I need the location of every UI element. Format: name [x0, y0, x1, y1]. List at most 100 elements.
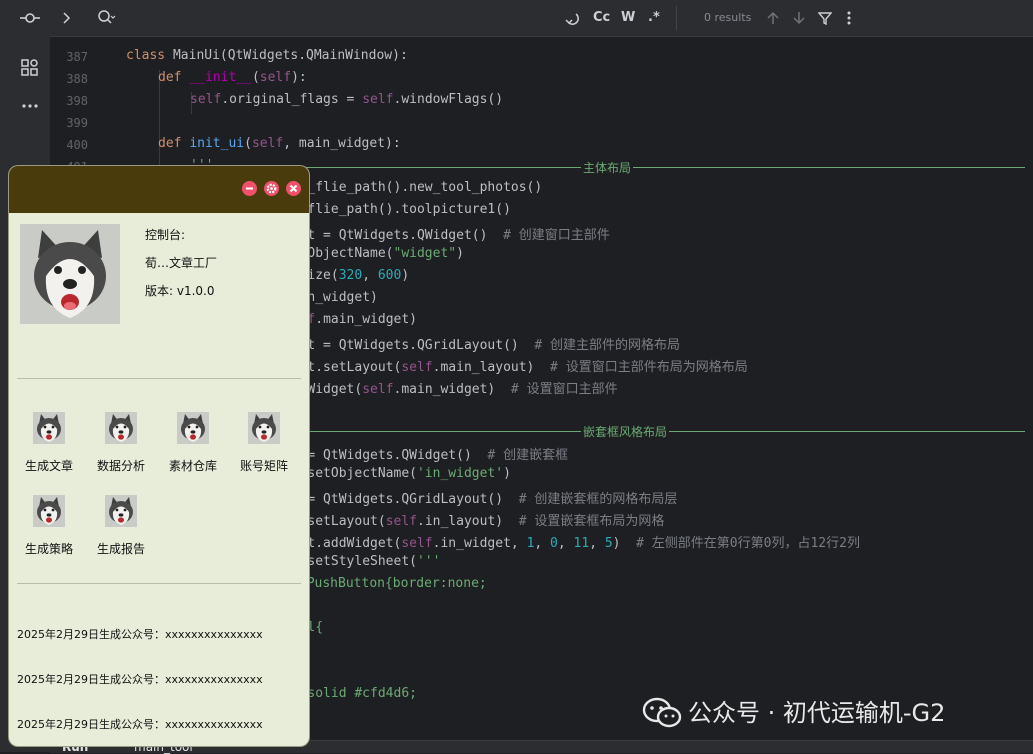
- line-number: 388: [66, 72, 88, 86]
- code-token: ): [503, 466, 511, 481]
- husky-icon: [105, 495, 137, 527]
- app-name: 荀…文章工厂: [145, 256, 218, 270]
- code-token: # 设置窗口主部件: [510, 382, 618, 397]
- wechat-icon: [642, 697, 682, 728]
- code-token: class: [126, 48, 173, 63]
- article-factory-window: 控制台: 荀…文章工厂 版本: v1.0.0 生成文章 数据分析 素材仓库 账号矩阵生…: [9, 166, 309, 746]
- app-title-bar[interactable]: [9, 166, 309, 213]
- arrow-up-icon[interactable]: [766, 0, 780, 36]
- search-icon[interactable]: [98, 0, 116, 36]
- code-token: ''': [416, 554, 441, 569]
- divider: [17, 583, 301, 584]
- code-line[interactable]: def __init__(self):: [158, 70, 307, 85]
- code-token: ,: [362, 268, 378, 283]
- husky-icon: [105, 412, 137, 444]
- tool-label: 素材仓库: [168, 459, 217, 473]
- line-number: 387: [66, 50, 88, 64]
- results-count: 0 results: [704, 11, 752, 24]
- code-token: "widget": [393, 246, 457, 261]
- more-tools-icon[interactable]: [10, 96, 50, 120]
- code-token: self: [385, 514, 417, 529]
- divider: [676, 6, 677, 30]
- code-line[interactable]: def init_ui(self, main_widget):: [158, 136, 401, 151]
- tool-label: 生成策略: [24, 542, 73, 556]
- code-token: # 创建主部件的网格布局: [534, 338, 681, 353]
- code-token: 320: [338, 268, 363, 283]
- tool-label: 生成报告: [96, 542, 145, 556]
- code-token: ,: [534, 536, 551, 551]
- code-token: # 设置嵌套框布局为网格: [518, 514, 665, 529]
- code-token: self: [401, 536, 433, 551]
- log-entry: 2025年2月29日生成公众号：xxxxxxxxxxxxxxx: [17, 628, 263, 641]
- console-label: 控制台:: [145, 228, 186, 242]
- watermark-text: 公众号 · 初代运输机-G2: [688, 699, 946, 727]
- code-token: 0: [550, 536, 558, 551]
- gear-icon: [266, 183, 277, 194]
- divider: [17, 378, 301, 379]
- tool-label: 账号矩阵: [239, 459, 288, 473]
- code-token: .original_flags =: [221, 92, 363, 107]
- code-token: (: [244, 136, 252, 151]
- minimize-button[interactable]: [242, 181, 257, 196]
- tool-button[interactable]: 生成报告: [90, 495, 152, 557]
- code-token: __init__: [189, 70, 252, 85]
- close-button[interactable]: [286, 181, 301, 196]
- code-token: 11: [573, 536, 590, 551]
- code-token: self: [259, 70, 292, 85]
- code-token: , main_widget):: [283, 136, 401, 151]
- code-token: self: [362, 92, 394, 107]
- line-number: 398: [66, 94, 88, 108]
- tool-button[interactable]: 素材仓库: [162, 412, 224, 474]
- tool-button[interactable]: 账号矩阵: [233, 412, 295, 474]
- commit-icon[interactable]: [10, 8, 50, 32]
- code-token: .windowFlags(): [393, 92, 504, 107]
- code-token: # 创建窗口主部件: [503, 228, 610, 243]
- log-entry: 2025年2月29日生成公众号：xxxxxxxxxxxxxxx: [17, 718, 263, 731]
- code-token: ):: [291, 70, 307, 85]
- chevron-right-icon[interactable]: [62, 0, 72, 36]
- filter-icon[interactable]: [817, 0, 833, 36]
- husky-icon: [33, 412, 65, 444]
- code-token: # 创建嵌套框: [487, 448, 569, 463]
- replace-icon[interactable]: [564, 0, 580, 36]
- code-token: ,: [589, 536, 605, 551]
- whole-word-button[interactable]: W: [621, 0, 635, 36]
- tool-label: 生成文章: [24, 459, 73, 473]
- code-token: self: [401, 360, 433, 375]
- tool-label: 数据分析: [96, 459, 145, 473]
- code-token: # 创建嵌套框的网格布局层: [518, 492, 678, 507]
- tool-button[interactable]: 数据分析: [90, 412, 152, 474]
- tool-button[interactable]: 生成文章: [18, 412, 80, 474]
- regex-button[interactable]: .*: [648, 0, 660, 36]
- section-separator-label: 嵌套框风格布局: [581, 423, 670, 440]
- arrow-down-icon[interactable]: [792, 0, 806, 36]
- tool-button[interactable]: 生成策略: [18, 495, 80, 557]
- code-token: def: [158, 70, 190, 85]
- section-separator-label: 主体布局: [581, 159, 634, 176]
- code-line[interactable]: class MainUi(QtWidgets.QMainWindow):: [126, 48, 408, 63]
- watermark: 公众号 · 初代运输机-G2: [642, 692, 945, 732]
- match-case-button[interactable]: Cc: [593, 0, 610, 36]
- husky-icon: [248, 412, 280, 444]
- code-token: .in_layout): [417, 514, 519, 529]
- structure-icon[interactable]: [10, 58, 50, 82]
- line-number: 399: [66, 116, 88, 130]
- log-entry: 2025年2月29日生成公众号：xxxxxxxxxxxxxxx: [17, 673, 263, 686]
- code-token: # 设置窗口主部件布局为网格布局: [550, 360, 748, 375]
- code-line[interactable]: self.original_flags = self.windowFlags(): [190, 92, 503, 107]
- settings-button[interactable]: [264, 181, 279, 196]
- code-token: ): [612, 536, 637, 551]
- code-token: .main_widget): [315, 312, 417, 327]
- code-token: .main_widget): [393, 382, 511, 397]
- code-token: self: [362, 382, 394, 397]
- code-token: def: [158, 136, 190, 151]
- code-token: 5: [604, 536, 613, 551]
- husky-avatar: [20, 224, 120, 324]
- code-token: (: [251, 70, 260, 85]
- code-token: self: [190, 92, 222, 107]
- code-token: # 左侧部件在第0行第0列，占12行2列: [636, 536, 860, 551]
- more-options-icon[interactable]: [846, 0, 852, 36]
- code-token: ,: [557, 536, 574, 551]
- code-token: init_ui: [189, 136, 245, 151]
- close-icon: [289, 184, 298, 193]
